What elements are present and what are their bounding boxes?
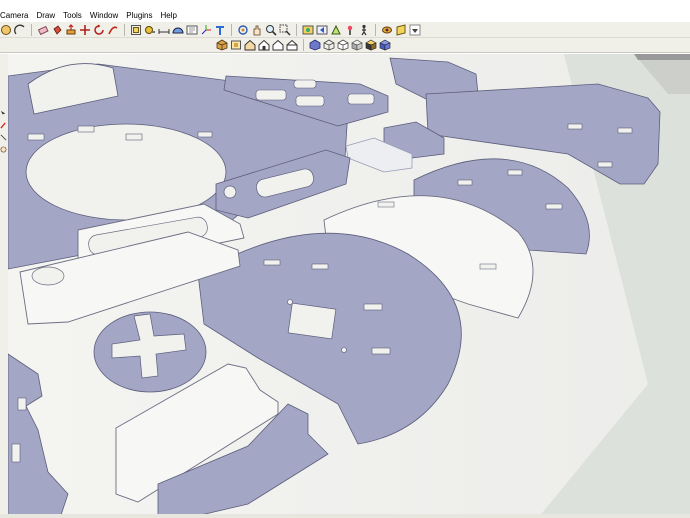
- toolbar-separator: [375, 23, 376, 36]
- pencil-icon[interactable]: [0, 116, 7, 129]
- dropdown-arrow-icon[interactable]: [409, 24, 421, 36]
- arc-icon[interactable]: [14, 24, 26, 36]
- toolbar-separator: [303, 39, 304, 51]
- slot: [377, 201, 395, 208]
- toolbar-separator: [231, 23, 232, 36]
- xray-icon[interactable]: [309, 39, 321, 51]
- axes-icon[interactable]: [200, 24, 212, 36]
- slot: [567, 123, 583, 130]
- wireframe-icon[interactable]: [323, 39, 335, 51]
- select-arrow-icon[interactable]: [0, 104, 7, 115]
- hole: [347, 93, 375, 105]
- orbit-icon[interactable]: [237, 24, 249, 36]
- slot: [17, 397, 27, 411]
- offset-icon[interactable]: [130, 24, 142, 36]
- slot: [597, 161, 613, 168]
- line-icon[interactable]: [0, 128, 7, 141]
- menu-window[interactable]: Window: [86, 11, 122, 20]
- shaded-icon[interactable]: [351, 39, 363, 51]
- back-view-icon[interactable]: [272, 39, 284, 51]
- slot: [77, 125, 95, 133]
- dimension-icon[interactable]: [158, 24, 170, 36]
- iso-view-icon[interactable]: [216, 39, 228, 51]
- far-panel-edge: [634, 54, 690, 60]
- eraser-icon[interactable]: [37, 24, 49, 36]
- tape-measure-icon[interactable]: [144, 24, 156, 36]
- zoom-extents-icon[interactable]: [302, 24, 314, 36]
- right-view-icon[interactable]: [258, 39, 270, 51]
- monochrome-icon[interactable]: [379, 39, 391, 51]
- hole: [293, 79, 317, 89]
- shaded-textures-icon[interactable]: [365, 39, 377, 51]
- menu-camera[interactable]: Camera: [0, 11, 32, 20]
- round-hole: [341, 347, 347, 353]
- left-view-icon[interactable]: [286, 39, 298, 51]
- status-bar: [0, 514, 690, 518]
- menu-bar: Camera Draw Tools Window Plugins Help: [0, 8, 690, 22]
- menu-help[interactable]: Help: [157, 11, 181, 20]
- toolbar-separator: [296, 23, 297, 36]
- menu-draw[interactable]: Draw: [32, 11, 59, 20]
- follow-me-icon[interactable]: [107, 24, 119, 36]
- next-view-icon[interactable]: [330, 24, 342, 36]
- slot: [11, 443, 21, 463]
- 3d-viewport[interactable]: [8, 54, 690, 518]
- top-view-icon[interactable]: [230, 39, 242, 51]
- paint-bucket-icon[interactable]: [51, 24, 63, 36]
- menu-plugins[interactable]: Plugins: [122, 11, 156, 20]
- main-toolbar: [0, 22, 690, 38]
- sketchup-window: Camera Draw Tools Window Plugins Help: [0, 0, 690, 518]
- hand-icon[interactable]: [0, 140, 7, 153]
- slot: [27, 133, 45, 141]
- slot: [197, 131, 213, 138]
- slot: [311, 263, 329, 270]
- hidden-line-icon[interactable]: [337, 39, 349, 51]
- 3d-text-icon[interactable]: [214, 24, 226, 36]
- rotate-icon[interactable]: [93, 24, 105, 36]
- hole: [295, 95, 325, 107]
- zoom-icon[interactable]: [265, 24, 277, 36]
- toolbar-separator: [31, 23, 32, 36]
- model-scene: [8, 54, 690, 518]
- front-view-icon[interactable]: [244, 39, 256, 51]
- slot: [263, 259, 281, 266]
- slot: [363, 303, 383, 311]
- round-hole: [287, 299, 293, 305]
- hole: [255, 89, 287, 101]
- push-pull-icon[interactable]: [65, 23, 77, 36]
- slot: [371, 347, 391, 355]
- text-icon[interactable]: [186, 24, 198, 36]
- previous-view-icon[interactable]: [316, 24, 328, 36]
- toolbar-separator: [124, 23, 125, 36]
- slot: [617, 127, 633, 134]
- slot: [125, 133, 143, 141]
- slot: [457, 179, 473, 186]
- slot: [507, 169, 523, 176]
- zoom-window-icon[interactable]: [279, 24, 291, 36]
- menu-tools[interactable]: Tools: [59, 11, 86, 20]
- position-camera-icon[interactable]: [344, 24, 356, 36]
- pan-icon[interactable]: [251, 24, 263, 36]
- views-toolbar: [0, 38, 690, 53]
- rect-cutout: [287, 302, 337, 340]
- round-hole: [31, 266, 65, 286]
- round-hole: [223, 185, 237, 199]
- circle-icon[interactable]: [0, 24, 12, 36]
- protractor-icon[interactable]: [172, 24, 184, 36]
- section-plane-icon[interactable]: [395, 23, 407, 36]
- look-around-icon[interactable]: [381, 24, 393, 36]
- move-icon[interactable]: [79, 24, 91, 36]
- walk-icon[interactable]: [358, 24, 370, 36]
- slot: [545, 203, 563, 210]
- slot: [479, 263, 497, 270]
